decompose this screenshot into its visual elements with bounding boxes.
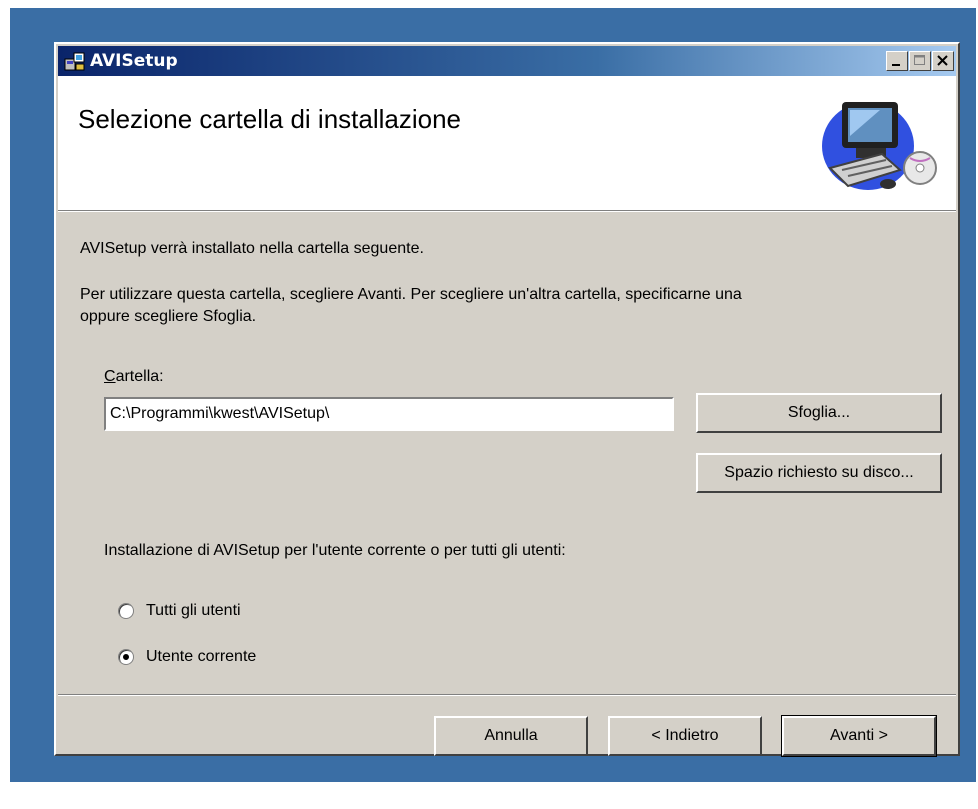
cancel-button[interactable]: Annulla <box>434 716 588 756</box>
setup-window: AVISetup Selezione cartella di installaz… <box>54 42 960 757</box>
instructions-text-line2: oppure scegliere Sfoglia. <box>80 308 257 325</box>
installer-app-icon <box>64 52 85 71</box>
folder-label-rest: artella: <box>115 368 164 385</box>
header-banner: Selezione cartella di installazione <box>58 76 956 212</box>
install-scope-question: Installazione di AVISetup per l'utente c… <box>104 542 566 559</box>
radio-all-users-label[interactable]: Tutti gli utenti <box>146 602 241 620</box>
folder-path-input[interactable] <box>104 397 674 431</box>
browse-button[interactable]: Sfoglia... <box>696 393 942 433</box>
window-title: AVISetup <box>90 51 178 71</box>
minimize-button[interactable] <box>886 51 908 71</box>
close-button[interactable] <box>932 51 954 71</box>
page-title: Selezione cartella di installazione <box>78 104 462 134</box>
maximize-button[interactable] <box>909 51 931 71</box>
disk-cost-button[interactable]: Spazio richiesto su disco... <box>696 453 942 493</box>
maximize-icon <box>914 55 925 65</box>
radio-all-users-button[interactable] <box>118 603 134 619</box>
radio-all-users[interactable]: Tutti gli utenti <box>118 602 241 620</box>
footer-separator <box>58 694 956 696</box>
radio-current-user-label[interactable]: Utente corrente <box>146 648 256 666</box>
radio-current-user[interactable]: Utente corrente <box>118 648 256 666</box>
radio-current-user-button[interactable] <box>118 649 134 665</box>
intro-text: AVISetup verrà installato nella cartella… <box>80 240 424 257</box>
back-button[interactable]: < Indietro <box>608 716 762 756</box>
instructions-text-line1: Per utilizzare questa cartella, sceglier… <box>80 286 742 303</box>
next-button[interactable]: Avanti > <box>781 715 937 757</box>
title-bar[interactable]: AVISetup <box>58 46 956 76</box>
folder-label: Cartella: <box>104 368 164 386</box>
minimize-icon <box>892 64 900 66</box>
folder-label-accesskey: C <box>104 368 116 385</box>
computer-cd-icon <box>822 102 937 190</box>
close-icon <box>937 55 948 66</box>
